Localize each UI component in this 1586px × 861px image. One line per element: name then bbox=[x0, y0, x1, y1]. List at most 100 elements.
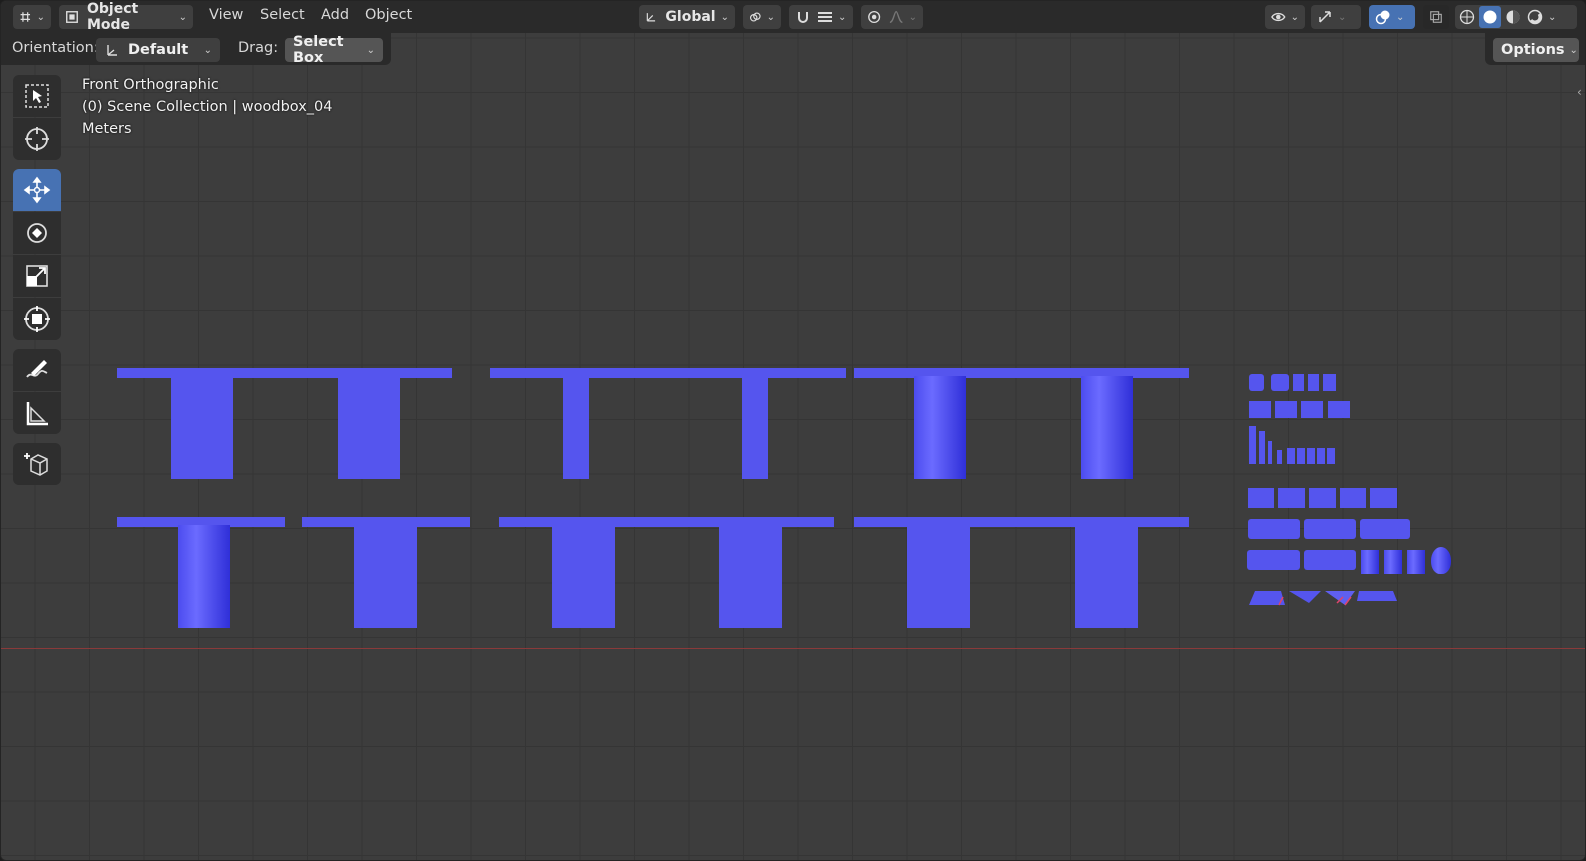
viewport-header: ⌄ Object Mode ⌄ View Select Add Object G… bbox=[1, 1, 1585, 33]
table-top-1[interactable] bbox=[117, 368, 452, 378]
collection-info: (0) Scene Collection | woodbox_04 bbox=[82, 99, 333, 115]
table-top-3[interactable] bbox=[854, 368, 1189, 378]
small-part[interactable] bbox=[1327, 448, 1335, 464]
table-leg[interactable] bbox=[719, 525, 782, 628]
small-part[interactable] bbox=[1259, 431, 1265, 464]
solid-shading-button[interactable] bbox=[1479, 6, 1501, 28]
measure-tool[interactable] bbox=[13, 392, 61, 434]
pivot-icon bbox=[749, 12, 761, 22]
shading-group: ⌄ bbox=[1455, 5, 1577, 29]
chevron-down-icon: ⌄ bbox=[908, 11, 917, 23]
magnet-icon bbox=[798, 12, 808, 23]
small-part[interactable] bbox=[1268, 441, 1272, 464]
small-part[interactable] bbox=[1304, 519, 1356, 539]
small-part[interactable] bbox=[1249, 401, 1271, 418]
small-part[interactable] bbox=[1360, 519, 1410, 539]
cursor-tool[interactable] bbox=[13, 118, 61, 160]
table-leg-cylinder[interactable] bbox=[914, 376, 966, 479]
small-part[interactable] bbox=[1361, 550, 1379, 574]
small-part[interactable] bbox=[1278, 488, 1305, 508]
table-leg[interactable] bbox=[338, 376, 400, 479]
mode-dropdown[interactable]: Object Mode ⌄ bbox=[59, 1, 193, 33]
table-leg[interactable] bbox=[552, 525, 615, 628]
chevron-down-icon: ⌄ bbox=[1548, 11, 1557, 23]
table-leg[interactable] bbox=[907, 525, 970, 628]
scale-tool[interactable] bbox=[13, 255, 61, 297]
small-part[interactable] bbox=[1340, 488, 1366, 508]
small-part[interactable] bbox=[1249, 374, 1264, 391]
menu-view[interactable]: View bbox=[209, 7, 243, 23]
rotate-icon bbox=[27, 223, 47, 243]
small-part[interactable] bbox=[1287, 448, 1295, 464]
gizmo-button[interactable]: ⌄ bbox=[1311, 5, 1361, 29]
orientation-setting-label: Orientation: bbox=[12, 40, 99, 56]
proportional-icon bbox=[868, 10, 881, 24]
proportional-editing-button[interactable]: ⌄ bbox=[861, 5, 923, 29]
rendered-shading-icon[interactable] bbox=[1527, 9, 1543, 25]
overlays-button[interactable]: ⌄ bbox=[1369, 5, 1415, 29]
small-part[interactable] bbox=[1271, 374, 1289, 391]
small-part[interactable] bbox=[1248, 488, 1274, 508]
table-leg-cylinder[interactable] bbox=[1081, 376, 1133, 479]
table-leg[interactable] bbox=[171, 376, 233, 479]
small-part[interactable] bbox=[1275, 401, 1297, 418]
table-leg[interactable] bbox=[563, 376, 589, 479]
small-part[interactable] bbox=[1308, 374, 1319, 391]
small-part[interactable] bbox=[1247, 550, 1300, 570]
small-part[interactable] bbox=[1297, 448, 1305, 464]
table-leg[interactable] bbox=[1075, 525, 1138, 628]
small-part[interactable] bbox=[1384, 550, 1402, 574]
small-part[interactable] bbox=[1328, 401, 1350, 418]
scale-icon bbox=[26, 265, 48, 287]
ruler-icon bbox=[26, 402, 48, 426]
table-top-6[interactable] bbox=[499, 517, 834, 527]
menu-add[interactable]: Add bbox=[321, 7, 349, 23]
small-part[interactable] bbox=[1407, 550, 1425, 574]
units-label: Meters bbox=[82, 121, 132, 137]
menu-select[interactable]: Select bbox=[260, 7, 305, 23]
small-part[interactable] bbox=[1323, 374, 1336, 391]
add-cube-icon bbox=[24, 453, 48, 476]
overlays-icon bbox=[1375, 10, 1390, 25]
xray-button[interactable] bbox=[1423, 5, 1449, 29]
small-part[interactable] bbox=[1431, 547, 1451, 574]
table-leg-cylinder[interactable] bbox=[178, 525, 230, 628]
small-part[interactable] bbox=[1293, 374, 1304, 391]
editor-type-button[interactable]: ⌄ bbox=[13, 5, 51, 29]
select-box-tool[interactable] bbox=[13, 75, 61, 117]
3d-viewport[interactable]: ⌄ Object Mode ⌄ View Select Add Object G… bbox=[0, 0, 1586, 861]
small-part[interactable] bbox=[1277, 450, 1282, 464]
annotate-tool[interactable] bbox=[13, 349, 61, 391]
drag-setting-dropdown[interactable]: Select Box ⌄ bbox=[285, 34, 383, 66]
visibility-button[interactable]: ⌄ bbox=[1265, 5, 1305, 29]
wireframe-shading-icon[interactable] bbox=[1459, 9, 1475, 25]
add-cube-tool[interactable] bbox=[13, 443, 61, 485]
pivot-point-button[interactable]: ⌄ bbox=[743, 5, 781, 29]
table-top-7[interactable] bbox=[854, 517, 1189, 527]
table-leg[interactable] bbox=[354, 525, 417, 628]
small-part[interactable] bbox=[1248, 519, 1300, 539]
transform-orientation-dropdown[interactable]: Global ⌄ bbox=[639, 5, 735, 29]
menu-object[interactable]: Object bbox=[365, 7, 412, 23]
cursor-icon bbox=[25, 127, 49, 151]
sidebar-toggle-icon[interactable]: ‹ bbox=[1577, 85, 1582, 99]
chevron-down-icon: ⌄ bbox=[1338, 11, 1347, 23]
small-part[interactable] bbox=[1307, 448, 1315, 464]
snapping-button[interactable]: ⌄ bbox=[789, 5, 853, 29]
move-tool[interactable] bbox=[13, 169, 61, 211]
material-shading-icon[interactable] bbox=[1505, 9, 1521, 25]
table-leg[interactable] bbox=[742, 376, 768, 479]
transform-tool[interactable] bbox=[13, 298, 61, 340]
bracket-parts[interactable] bbox=[1245, 585, 1405, 609]
small-part[interactable] bbox=[1301, 401, 1323, 418]
orientation-setting-dropdown[interactable]: Default ⌄ bbox=[96, 38, 220, 62]
table-top-2[interactable] bbox=[490, 368, 846, 378]
small-part[interactable] bbox=[1317, 448, 1325, 464]
small-part[interactable] bbox=[1309, 488, 1336, 508]
small-part[interactable] bbox=[1249, 426, 1256, 464]
small-part[interactable] bbox=[1370, 488, 1397, 508]
options-dropdown[interactable]: Options ⌄ bbox=[1493, 38, 1579, 62]
small-part[interactable] bbox=[1304, 550, 1356, 570]
rotate-tool[interactable] bbox=[13, 212, 61, 254]
move-icon bbox=[23, 176, 51, 204]
